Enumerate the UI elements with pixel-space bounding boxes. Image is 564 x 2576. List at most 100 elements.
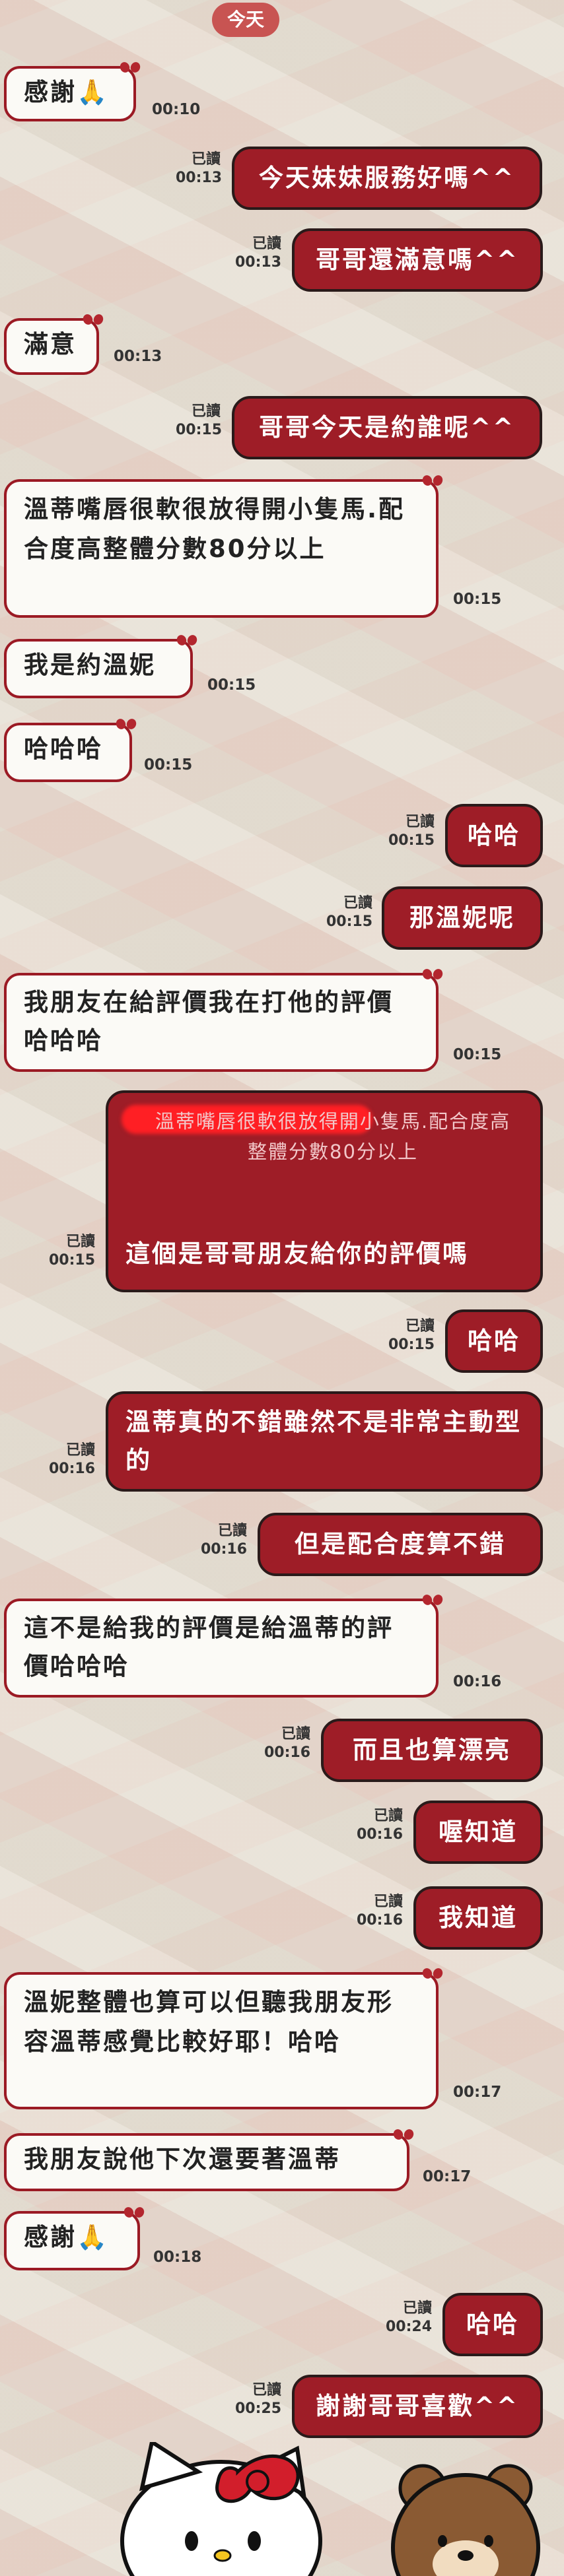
bow-icon bbox=[124, 2206, 144, 2220]
message-time: 00:16 bbox=[357, 1826, 404, 1843]
message-text: 感謝🙏 bbox=[24, 2223, 110, 2251]
message-bubble[interactable]: 今天妹妹服務好嗎^^ bbox=[232, 147, 542, 210]
message-time: 00:17 bbox=[453, 2084, 502, 2101]
read-receipt: 已讀 bbox=[65, 1442, 95, 1459]
message-text: 我朋友在給評價我在打他的評價哈哈哈 bbox=[24, 988, 394, 1055]
message-bubble[interactable]: 溫蒂嘴唇很軟很放得開小隻馬.配合度高整體分數80分以上 這個是哥哥朋友給你的評價… bbox=[106, 1090, 543, 1292]
message-time: 00:13 bbox=[235, 254, 282, 271]
message-bubble[interactable]: 我朋友在給評價我在打他的評價哈哈哈 bbox=[4, 973, 439, 1072]
message-text: 謝謝哥哥喜歡^^ bbox=[315, 2392, 519, 2420]
message-text: 而且也算漂亮 bbox=[353, 1736, 511, 1764]
message-time: 00:15 bbox=[326, 913, 373, 930]
message-time: 00:16 bbox=[264, 1744, 311, 1761]
message-time: 00:15 bbox=[144, 756, 193, 774]
message-bubble[interactable]: 哈哈哈 bbox=[4, 723, 132, 782]
message-text: 那溫妮呢 bbox=[409, 904, 515, 932]
message-time: 00:13 bbox=[114, 348, 162, 365]
message-bubble[interactable]: 溫蒂嘴唇很軟很放得開小隻馬.配合度高整體分數80分以上 bbox=[4, 479, 439, 618]
kitty-icon bbox=[120, 2442, 322, 2576]
read-receipt: 已讀 bbox=[373, 1894, 403, 1910]
message-time: 00:15 bbox=[207, 677, 256, 694]
read-receipt: 已讀 bbox=[65, 1234, 95, 1250]
message-bubble[interactable]: 而且也算漂亮 bbox=[321, 1719, 543, 1782]
message-time: 00:24 bbox=[386, 2319, 433, 2335]
bow-icon bbox=[423, 968, 442, 982]
message-bubble[interactable]: 哈哈 bbox=[445, 1309, 543, 1373]
message-time: 00:15 bbox=[49, 1252, 96, 1269]
message-time: 00:15 bbox=[453, 1046, 502, 1063]
message-bubble[interactable]: 謝謝哥哥喜歡^^ bbox=[292, 2375, 543, 2438]
read-receipt: 已讀 bbox=[252, 2382, 281, 2398]
message-text: 哥哥還滿意嗎^^ bbox=[315, 246, 519, 274]
bow-icon bbox=[423, 474, 442, 488]
message-bubble[interactable]: 感謝🙏 bbox=[4, 66, 136, 121]
message-bubble[interactable]: 哈哈 bbox=[442, 2293, 543, 2356]
message-bubble[interactable]: 這不是給我的評價是給溫蒂的評價哈哈哈 bbox=[4, 1599, 439, 1698]
message-text: 這不是給我的評價是給溫蒂的評價哈哈哈 bbox=[24, 1614, 394, 1680]
message-time: 00:15 bbox=[453, 591, 502, 608]
read-receipt: 已讀 bbox=[405, 1318, 435, 1335]
message-bubble[interactable]: 哥哥還滿意嗎^^ bbox=[292, 228, 543, 292]
message-text: 喔知道 bbox=[439, 1818, 518, 1846]
message-text: 哥哥今天是約誰呢^^ bbox=[258, 413, 515, 442]
message-text: 我知道 bbox=[439, 1903, 518, 1932]
message-time: 00:15 bbox=[176, 422, 223, 438]
read-receipt: 已讀 bbox=[252, 236, 281, 252]
message-text: 哈哈 bbox=[468, 821, 520, 849]
message-time: 00:16 bbox=[49, 1461, 96, 1477]
message-bubble[interactable]: 我是約溫妮 bbox=[4, 639, 193, 698]
bow-icon bbox=[177, 634, 197, 648]
read-receipt: 已讀 bbox=[405, 814, 435, 830]
message-bubble[interactable]: 感謝🙏 bbox=[4, 2211, 140, 2270]
message-bubble[interactable]: 那溫妮呢 bbox=[382, 886, 543, 950]
message-bubble[interactable]: 哈哈 bbox=[445, 804, 543, 867]
message-bubble[interactable]: 但是配合度算不錯 bbox=[258, 1513, 543, 1576]
sticker-art bbox=[120, 2442, 540, 2576]
message-text: 感謝🙏 bbox=[24, 78, 110, 106]
read-receipt: 已讀 bbox=[373, 1808, 403, 1824]
message-time: 00:15 bbox=[388, 1337, 435, 1353]
bow-icon bbox=[423, 1967, 442, 1981]
message-time: 00:17 bbox=[423, 2168, 472, 2185]
read-receipt: 已讀 bbox=[191, 403, 221, 420]
message-bubble[interactable]: 哥哥今天是約誰呢^^ bbox=[232, 396, 542, 459]
message-time: 00:13 bbox=[176, 170, 223, 186]
message-text: 哈哈 bbox=[468, 1327, 520, 1355]
message-text: 今天妹妹服務好嗎^^ bbox=[258, 164, 515, 192]
message-time: 00:15 bbox=[388, 832, 435, 849]
message-text: 哈哈哈 bbox=[24, 735, 103, 763]
message-text: 但是配合度算不錯 bbox=[295, 1530, 506, 1558]
message-time: 00:16 bbox=[201, 1541, 248, 1558]
read-receipt: 已讀 bbox=[343, 895, 372, 911]
read-receipt: 已讀 bbox=[217, 1523, 247, 1539]
message-text: 滿意 bbox=[24, 330, 77, 358]
message-text: 溫蒂嘴唇很軟很放得開小隻馬.配合度高整體分數80分以上 bbox=[24, 495, 405, 563]
read-receipt: 已讀 bbox=[402, 2300, 432, 2317]
message-time: 00:16 bbox=[453, 1673, 502, 1690]
message-bubble[interactable]: 我朋友說他下次還要著溫蒂 bbox=[4, 2133, 409, 2191]
message-bubble[interactable]: 我知道 bbox=[413, 1886, 543, 1950]
bow-icon bbox=[394, 2128, 413, 2142]
message-text: 哈哈 bbox=[466, 2310, 519, 2338]
bow-icon bbox=[120, 61, 140, 75]
message-bubble[interactable]: 滿意 bbox=[4, 318, 99, 375]
message-time: 00:16 bbox=[357, 1912, 404, 1929]
bow-icon bbox=[116, 717, 136, 732]
quoted-message: 溫蒂嘴唇很軟很放得開小隻馬.配合度高整體分數80分以上 bbox=[155, 1110, 511, 1163]
message-bubble[interactable]: 溫蒂真的不錯雖然不是非常主動型的 bbox=[106, 1391, 543, 1492]
message-text: 溫妮整體也算可以但聽我朋友形容溫蒂感覺比較好耶！哈哈 bbox=[24, 1988, 394, 2056]
message-time: 00:10 bbox=[152, 101, 201, 118]
message-time: 00:25 bbox=[235, 2400, 282, 2417]
message-time: 00:18 bbox=[153, 2249, 202, 2266]
read-receipt: 已讀 bbox=[281, 1726, 310, 1742]
bear-icon bbox=[391, 2464, 540, 2576]
message-text: 溫蒂真的不錯雖然不是非常主動型的 bbox=[125, 1408, 522, 1474]
message-text: 這個是哥哥朋友給你的評價嗎 bbox=[125, 1239, 469, 1268]
bow-icon bbox=[423, 1593, 442, 1608]
message-text: 我是約溫妮 bbox=[24, 651, 156, 679]
message-text: 我朋友說他下次還要著溫蒂 bbox=[24, 2145, 341, 2173]
read-receipt: 已讀 bbox=[191, 151, 221, 168]
bow-icon bbox=[83, 313, 103, 327]
message-bubble[interactable]: 溫妮整體也算可以但聽我朋友形容溫蒂感覺比較好耶！哈哈 bbox=[4, 1972, 439, 2109]
message-bubble[interactable]: 喔知道 bbox=[413, 1800, 543, 1864]
